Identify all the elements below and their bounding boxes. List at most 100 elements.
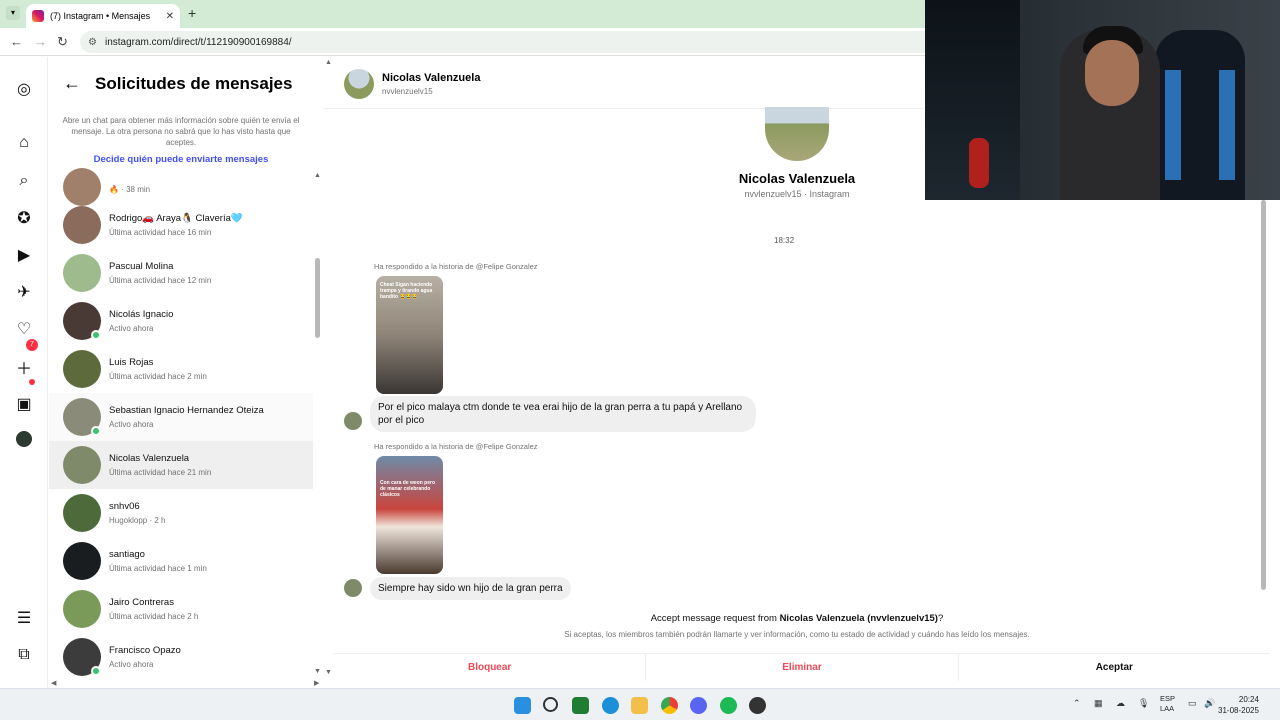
windows-start-icon[interactable] [514, 697, 531, 714]
item-status: Activo ahora [109, 660, 154, 669]
explore-icon[interactable]: ✪ [14, 208, 34, 228]
webcam-overlay [925, 0, 1280, 200]
item-status: Última actividad hace 1 min [109, 564, 207, 573]
messages-badge: 7 [26, 339, 38, 351]
messenger-icon[interactable]: ✈ [14, 282, 34, 302]
block-button[interactable]: Bloquear [334, 654, 647, 681]
home-icon[interactable]: ⌂ [14, 133, 34, 153]
scroll-left-icon[interactable]: ◀ [51, 679, 56, 687]
language-indicator[interactable]: ESP LAA [1160, 694, 1175, 714]
story-thumbnail[interactable]: Cheat Sigan haciendo trampa y tirando ag… [376, 276, 443, 394]
message-requests-panel: ← Solicitudes de mensajes Abre un chat p… [49, 57, 323, 688]
list-item[interactable]: snhv06 Hugoklopp · 2 h [49, 489, 313, 537]
volume-icon[interactable]: 🔊 [1204, 698, 1215, 709]
lang-layout: LAA [1160, 704, 1175, 713]
reload-icon[interactable]: ↻ [57, 34, 68, 50]
story-reply-label: Ha respondido a la historia de @Felipe G… [374, 442, 538, 451]
avatar [63, 638, 101, 676]
avatar [63, 590, 101, 628]
back-arrow-icon[interactable]: ← [63, 73, 81, 94]
item-status: Última actividad hace 12 min [109, 276, 212, 285]
file-explorer-icon[interactable] [631, 697, 648, 714]
scroll-down-icon[interactable]: ▼ [314, 668, 321, 675]
reels-icon[interactable]: ▶ [14, 245, 34, 265]
tab-search-icon[interactable]: ▾ [6, 6, 20, 20]
list-item[interactable]: Nicolás Ignacio Activo ahora [49, 297, 313, 345]
requests-scrollbar[interactable]: ▲ ▼ [313, 172, 321, 675]
chat-header[interactable]: Nicolas Valenzuela nvvlenzuelv15 [324, 57, 924, 109]
chrome-icon[interactable] [661, 697, 678, 714]
browser-tab[interactable]: (7) Instagram • Mensajes ✕ [26, 4, 180, 28]
lang-code: ESP [1160, 694, 1176, 703]
tray-chevron-icon[interactable]: ⌃ [1073, 698, 1081, 709]
scroll-right-icon[interactable]: ▶ [314, 679, 319, 687]
spotify-icon[interactable] [720, 697, 737, 714]
list-item[interactable]: Francisco Opazo Activo ahora [49, 633, 313, 681]
online-indicator [91, 426, 101, 436]
forward-arrow-icon[interactable]: → [34, 34, 47, 49]
list-item[interactable]: Pascual Molina Última actividad hace 12 m… [49, 249, 313, 297]
dashboard-icon[interactable]: ▣ [14, 394, 34, 414]
scroll-up-icon[interactable]: ▲ [314, 172, 321, 179]
profile-picture[interactable] [765, 107, 829, 161]
item-status: Última actividad hace 16 min [109, 228, 212, 237]
new-tab-icon[interactable]: + [188, 5, 196, 21]
tray-app-icon[interactable]: ▦ [1094, 698, 1103, 709]
list-item[interactable]: Rodrigo🚗 Araya🐧 Clavería🩵 Última activida… [49, 201, 313, 249]
item-name: Luis Rojas [109, 357, 154, 368]
search-icon[interactable] [543, 697, 558, 712]
instagram-logo-icon[interactable]: ◎ [14, 79, 34, 99]
requests-title: Solicitudes de mensajes [95, 73, 293, 93]
microphone-icon[interactable]: 🎙 [1138, 698, 1149, 709]
message-avatar [344, 579, 362, 597]
obs-icon[interactable] [749, 697, 766, 714]
display-icon[interactable]: ▭ [1188, 698, 1197, 709]
chat-scrollbar[interactable] [1260, 200, 1268, 600]
scrollbar-thumb[interactable] [1261, 200, 1266, 590]
list-item-selected[interactable]: Nicolas Valenzuela Última actividad hace … [49, 441, 313, 489]
onedrive-icon[interactable]: ☁ [1116, 698, 1125, 709]
item-name: santiago [109, 549, 145, 560]
story-reply-label: Ha respondido a la historia de @Felipe G… [374, 262, 538, 271]
notifications-heart-icon[interactable]: ♡ [14, 319, 34, 339]
story-thumbnail[interactable]: Con cara de weon pero de manar celebrand… [376, 456, 443, 574]
create-plus-icon[interactable]: ＋ [14, 357, 34, 378]
profile-avatar[interactable] [16, 431, 32, 447]
edge-icon[interactable] [602, 697, 619, 714]
tab-title: (7) Instagram • Mensajes [50, 11, 151, 21]
list-item[interactable]: Jairo Contreras Última actividad hace 2 h [49, 585, 313, 633]
list-item[interactable]: santiago Última actividad hace 1 min [49, 537, 313, 585]
site-info-icon[interactable]: ⚙ [88, 37, 97, 48]
accept-suffix: ? [937, 613, 944, 624]
item-name: Rodrigo🚗 Araya🐧 Clavería🩵 [109, 213, 243, 224]
scroll-down-icon[interactable]: ▼ [325, 669, 332, 676]
accept-prefix: Accept message request from [650, 613, 780, 624]
chat-name: Nicolas Valenzuela [382, 72, 481, 84]
back-arrow-icon[interactable]: ← [10, 34, 23, 49]
message-bubble[interactable]: Por el pico malaya ctm donde te vea erai… [370, 396, 756, 432]
discord-icon[interactable] [690, 697, 707, 714]
item-name: Francisco Opazo [109, 645, 181, 656]
list-item[interactable]: Sebastian Ignacio Hernandez Oteiza Activo… [49, 393, 313, 441]
accept-button[interactable]: Aceptar [959, 654, 1270, 681]
system-clock[interactable]: 20:24 31-08-2025 [1218, 694, 1259, 716]
search-icon[interactable]: ⌕ [14, 171, 34, 191]
item-name: Jairo Contreras [109, 597, 174, 608]
also-from-meta-icon[interactable]: ⧉ [14, 645, 34, 665]
story-caption: Con cara de weon pero de manar celebrand… [380, 480, 436, 498]
notification-dot [29, 379, 35, 385]
tab-close-icon[interactable]: ✕ [166, 11, 174, 22]
instagram-nav-rail: ◎ ⌂ ⌕ ✪ ▶ ✈ 7 ♡ ＋ ▣ ☰ ⧉ [0, 57, 48, 688]
minecraft-icon[interactable] [572, 697, 589, 714]
url-input[interactable]: ⚙ instagram.com/direct/t/112190900169884… [80, 31, 940, 53]
scrollbar-thumb[interactable] [315, 258, 320, 338]
profile-subtitle: nvvlenzuelv15 · Instagram [744, 189, 850, 199]
more-menu-icon[interactable]: ☰ [14, 608, 34, 628]
item-status: 🔥 · 38 min [109, 184, 151, 194]
item-status: Última actividad hace 2 min [109, 372, 207, 381]
delete-button[interactable]: Eliminar [646, 654, 959, 681]
message-timestamp: 18:32 [774, 236, 795, 245]
message-bubble[interactable]: Siempre hay sido wn hijo de la gran perr… [370, 577, 571, 600]
who-can-message-link[interactable]: Decide quién puede enviarte mensajes [49, 154, 313, 165]
list-item[interactable]: Luis Rojas Última actividad hace 2 min [49, 345, 313, 393]
